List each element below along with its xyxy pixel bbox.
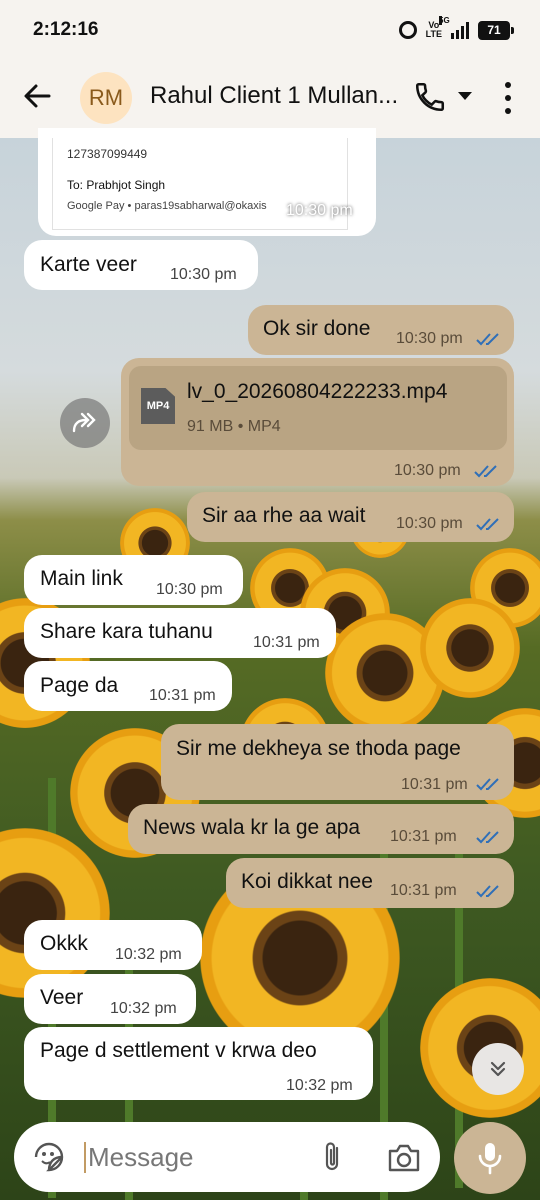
sticker-icon[interactable]	[32, 1140, 66, 1174]
mic-button[interactable]	[454, 1122, 526, 1194]
message-bubble[interactable]: Karte veer 10:30 pm	[24, 240, 258, 290]
message-time: 10:30 pm	[396, 515, 463, 532]
message-time: 10:30 pm	[170, 266, 237, 283]
back-arrow-icon[interactable]	[22, 81, 52, 111]
message-bubble[interactable]: Veer 10:32 pm	[24, 974, 196, 1024]
message-bubble[interactable]: Page da 10:31 pm	[24, 661, 232, 711]
signal-icon: 5G	[439, 15, 469, 39]
message-text: Sir me dekheya se thoda page	[176, 737, 461, 760]
message-time: 10:32 pm	[286, 1077, 353, 1094]
payment-via: Google Pay • paras19sabharwal@okaxis	[67, 200, 267, 212]
message-time: 10:32 pm	[110, 1000, 177, 1017]
message-time: 10:31 pm	[390, 828, 457, 845]
more-vertical-icon[interactable]	[498, 82, 518, 114]
message-time: 10:31 pm	[390, 882, 457, 899]
message-input[interactable]: Message	[84, 1142, 194, 1173]
message-time: 10:32 pm	[115, 946, 182, 963]
scroll-to-bottom-button[interactable]	[472, 1043, 524, 1095]
message-bubble[interactable]: Main link 10:30 pm	[24, 555, 243, 605]
phone-icon[interactable]	[413, 80, 447, 114]
message-text: News wala kr la ge apa	[143, 816, 361, 839]
message-bubble[interactable]: Sir aa rhe aa wait 10:30 pm	[187, 492, 514, 542]
read-ticks-icon	[476, 518, 499, 531]
payment-account: 127387099449	[67, 147, 148, 161]
message-text: Main link	[40, 567, 123, 590]
read-ticks-icon	[476, 778, 499, 791]
message-time: 10:30 pm	[396, 330, 463, 347]
status-time: 2:12:16	[33, 19, 99, 40]
attach-icon[interactable]	[318, 1139, 348, 1175]
message-text: Page da	[40, 674, 119, 697]
message-time: 10:31 pm	[401, 776, 468, 793]
message-text: Karte veer	[40, 253, 137, 276]
message-time: 10:30 pm	[394, 462, 461, 479]
message-bubble[interactable]: Okkk 10:32 pm	[24, 920, 202, 970]
status-bar: 2:12:16 Vo LTE 5G 71	[0, 0, 540, 60]
message-text: Veer	[40, 986, 84, 1009]
message-time: 10:31 pm	[253, 634, 320, 651]
read-ticks-icon	[476, 831, 499, 844]
file-attachment[interactable]: MP4 lv_0_20260804222233.mp4 91 MB • MP4	[129, 366, 507, 450]
read-ticks-icon	[476, 333, 499, 346]
message-text: Ok sir done	[263, 317, 371, 340]
message-time: 10:31 pm	[149, 687, 216, 704]
message-time: 10:30 pm	[156, 581, 223, 598]
camera-icon[interactable]	[386, 1142, 422, 1174]
message-bubble[interactable]: News wala kr la ge apa 10:31 pm	[128, 804, 514, 854]
message-composer: Message	[14, 1122, 440, 1192]
message-bubble[interactable]: Share kara tuhanu 10:31 pm	[24, 608, 336, 658]
payment-card[interactable]: 127387099449 To: Prabhjot Singh Google P…	[52, 138, 353, 230]
mic-icon	[478, 1143, 502, 1175]
message-bubble[interactable]: Ok sir done 10:30 pm	[248, 305, 514, 355]
chat-header: RM Rahul Client 1 Mullan...	[0, 60, 540, 138]
message-text: Page d settlement v krwa deo	[40, 1039, 317, 1062]
message-time: 10:30 pm	[286, 202, 353, 219]
message-text: Sir aa rhe aa wait	[202, 504, 366, 527]
file-meta: 91 MB • MP4	[187, 418, 281, 435]
payment-recipient: To: Prabhjot Singh	[67, 178, 166, 192]
file-name: lv_0_20260804222233.mp4	[187, 380, 448, 403]
forward-icon[interactable]	[60, 398, 110, 448]
file-message[interactable]: MP4 lv_0_20260804222233.mp4 91 MB • MP4 …	[121, 358, 514, 486]
caret-down-icon[interactable]	[458, 92, 472, 100]
contact-name[interactable]: Rahul Client 1 Mullan...	[150, 82, 402, 110]
alarm-icon	[398, 21, 417, 39]
read-ticks-icon	[474, 465, 497, 478]
avatar[interactable]: RM	[80, 72, 132, 124]
read-ticks-icon	[476, 885, 499, 898]
message-bubble[interactable]: Sir me dekheya se thoda page 10:31 pm	[161, 724, 514, 800]
message-bubble[interactable]: Page d settlement v krwa deo 10:32 pm	[24, 1027, 373, 1100]
battery-icon: 71	[478, 20, 514, 40]
message-text: Share kara tuhanu	[40, 620, 213, 643]
message-bubble[interactable]: Koi dikkat nee 10:31 pm	[226, 858, 514, 908]
message-text: Okkk	[40, 932, 88, 955]
message-text: Koi dikkat nee	[241, 870, 373, 893]
video-file-icon: MP4	[141, 388, 175, 424]
